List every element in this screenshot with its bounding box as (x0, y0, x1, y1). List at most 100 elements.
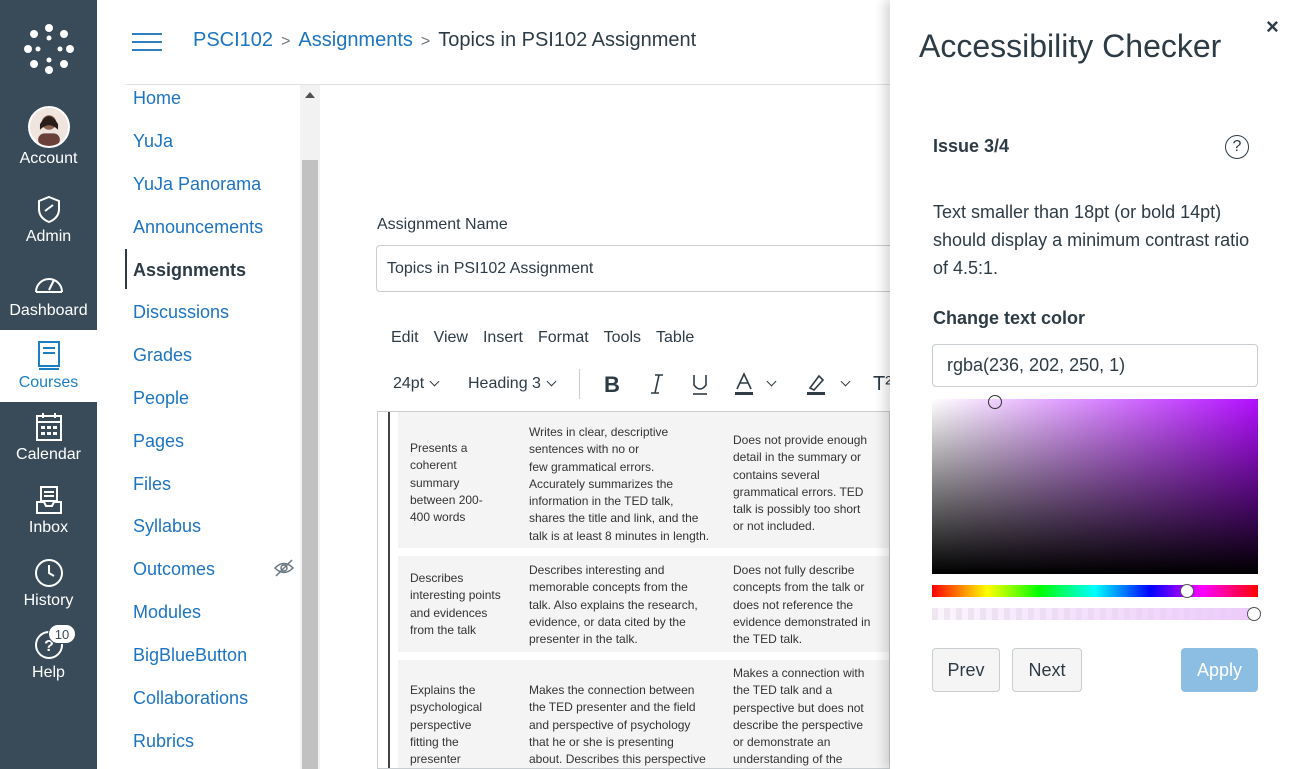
chevron-down-icon[interactable] (766, 376, 777, 387)
chevron-right-icon: > (281, 33, 291, 50)
course-nav-announcements[interactable]: Announcements (133, 217, 263, 238)
hue-slider[interactable] (932, 585, 1258, 597)
dashboard-icon (34, 278, 63, 293)
cell-line: or not included. (733, 519, 816, 534)
nav-label: Account (19, 150, 78, 167)
course-nav-scrollbar[interactable] (300, 85, 320, 769)
tray-title: Accessibility Checker (919, 28, 1222, 64)
course-nav-grades[interactable]: Grades (133, 345, 192, 366)
cell-line: Explains the (410, 683, 476, 697)
nav-history[interactable]: History (0, 556, 97, 628)
cell-line: Makes a connection with (733, 666, 865, 680)
color-saturation-area[interactable] (932, 395, 1258, 574)
table-cell: Describes interesting points and evidences… (410, 570, 501, 639)
nav-label: Calendar (16, 446, 81, 463)
cell-line: coherent (410, 458, 457, 473)
cell-line: contains several (733, 467, 820, 482)
cell-line: perspective but does not (733, 700, 864, 715)
italic-icon[interactable] (647, 372, 667, 396)
change-color-label: Change text color (933, 308, 1086, 328)
menu-format[interactable]: Format (538, 329, 589, 346)
chevron-down-icon (429, 376, 440, 387)
hue-slider-handle[interactable] (1180, 584, 1194, 598)
course-nav-assignments[interactable]: Assignments (133, 260, 246, 281)
prev-button[interactable]: Prev (932, 648, 1000, 692)
cell-line: Describes interesting and (529, 563, 665, 577)
breadcrumb-section[interactable]: Assignments (298, 29, 413, 51)
table-row: Presents a coherent summary between 200- 400… (398, 412, 889, 552)
table-cell: Does not provide enough detail in the sum… (733, 432, 867, 536)
next-button[interactable]: Next (1012, 648, 1082, 692)
rich-content-editor[interactable]: Presents a coherent summary between 200- 400… (377, 411, 890, 769)
nav-courses[interactable]: Courses (0, 330, 97, 402)
course-nav-modules[interactable]: Modules (133, 602, 201, 623)
avatar (27, 106, 70, 148)
course-nav-yuja-panorama[interactable]: YuJa Panorama (133, 174, 261, 195)
help-badge: 10 (48, 624, 76, 644)
course-nav-outcomes[interactable]: Outcomes (133, 559, 215, 580)
issue-message: Text smaller than 18pt (or bold 14pt) sh… (933, 202, 1250, 278)
cell-line: the TED talk and a (733, 683, 833, 698)
course-nav-discussions[interactable]: Discussions (133, 302, 229, 323)
course-nav-people[interactable]: People (133, 388, 189, 409)
nav-inbox[interactable]: Inbox (0, 483, 97, 555)
menu-insert[interactable]: Insert (483, 329, 523, 346)
cell-line: about. Describes this perspective (529, 752, 706, 767)
close-icon[interactable]: × (1266, 14, 1279, 40)
breadcrumb-course[interactable]: PSCI102 (193, 29, 273, 51)
text-color-icon[interactable] (733, 372, 755, 396)
nav-calendar[interactable]: Calendar (0, 410, 97, 482)
cell-line: describe the perspective (733, 717, 864, 732)
table-cell: Writes in clear, descriptive sentences wi… (529, 424, 709, 545)
course-nav-collaborations[interactable]: Collaborations (133, 688, 248, 709)
global-nav: Account Admin Dashboard Courses Calendar… (0, 0, 97, 769)
color-value-input[interactable] (932, 344, 1258, 387)
menu-edit[interactable]: Edit (391, 329, 419, 346)
menu-table[interactable]: Table (656, 329, 694, 346)
canvas-logo[interactable] (24, 24, 74, 74)
alpha-slider-handle[interactable] (1247, 607, 1261, 621)
course-nav-home[interactable]: Home (133, 88, 181, 109)
nav-account[interactable]: Account (0, 106, 97, 178)
cell-line: interesting points (410, 588, 501, 603)
course-nav-syllabus[interactable]: Syllabus (133, 516, 201, 537)
table-cell: Makes a connection with the TED talk and … (733, 665, 865, 768)
cell-line: presenter (410, 752, 461, 767)
underline-icon[interactable] (690, 372, 710, 396)
menu-tools[interactable]: Tools (604, 329, 641, 346)
cell-line: does not reference the (733, 597, 854, 612)
alpha-slider[interactable] (932, 608, 1258, 620)
help-icon[interactable]: ? (1225, 135, 1249, 159)
cell-line: perspective (410, 717, 472, 732)
course-nav-files[interactable]: Files (133, 474, 171, 495)
bold-icon[interactable]: B (601, 372, 623, 396)
course-nav-pages[interactable]: Pages (133, 431, 184, 452)
scrollbar-thumb[interactable] (302, 160, 318, 769)
calendar-icon (35, 413, 62, 441)
scroll-up-icon[interactable] (305, 92, 315, 98)
menu-view[interactable]: View (434, 329, 468, 346)
color-picker-handle[interactable] (988, 395, 1002, 409)
assignment-name-input[interactable] (376, 245, 906, 292)
cell-line: Does not provide enough (733, 433, 868, 447)
nav-admin[interactable]: Admin (0, 192, 97, 264)
block-style-select[interactable]: Heading 3 (468, 372, 557, 396)
cell-line: Presents a (410, 441, 468, 455)
course-nav-rubrics[interactable]: Rubrics (133, 731, 194, 752)
cell-line: concepts from the talk or (733, 580, 865, 595)
issue-counter: Issue 3/4 (933, 136, 1010, 156)
block-style-value: Heading 3 (468, 375, 541, 392)
table-cell: Explains the psychological perspective fitt… (410, 682, 482, 768)
font-size-select[interactable]: 24pt (393, 372, 440, 396)
chevron-down-icon[interactable] (840, 376, 851, 387)
table-row: Explains the psychological perspective fitt… (398, 660, 889, 768)
apply-button[interactable]: Apply (1181, 648, 1258, 692)
highlight-icon[interactable] (805, 372, 827, 396)
course-nav-yuja[interactable]: YuJa (133, 131, 173, 152)
accessibility-checker-tray: Accessibility Checker × Issue 3/4 ? Text… (890, 0, 1300, 769)
course-nav-bigbluebutton[interactable]: BigBlueButton (133, 645, 247, 666)
nav-dashboard[interactable]: Dashboard (0, 266, 97, 338)
assignment-name-label: Assignment Name (377, 216, 508, 233)
hamburger-menu-icon[interactable] (132, 33, 162, 53)
cell-line: from the talk (410, 622, 477, 637)
